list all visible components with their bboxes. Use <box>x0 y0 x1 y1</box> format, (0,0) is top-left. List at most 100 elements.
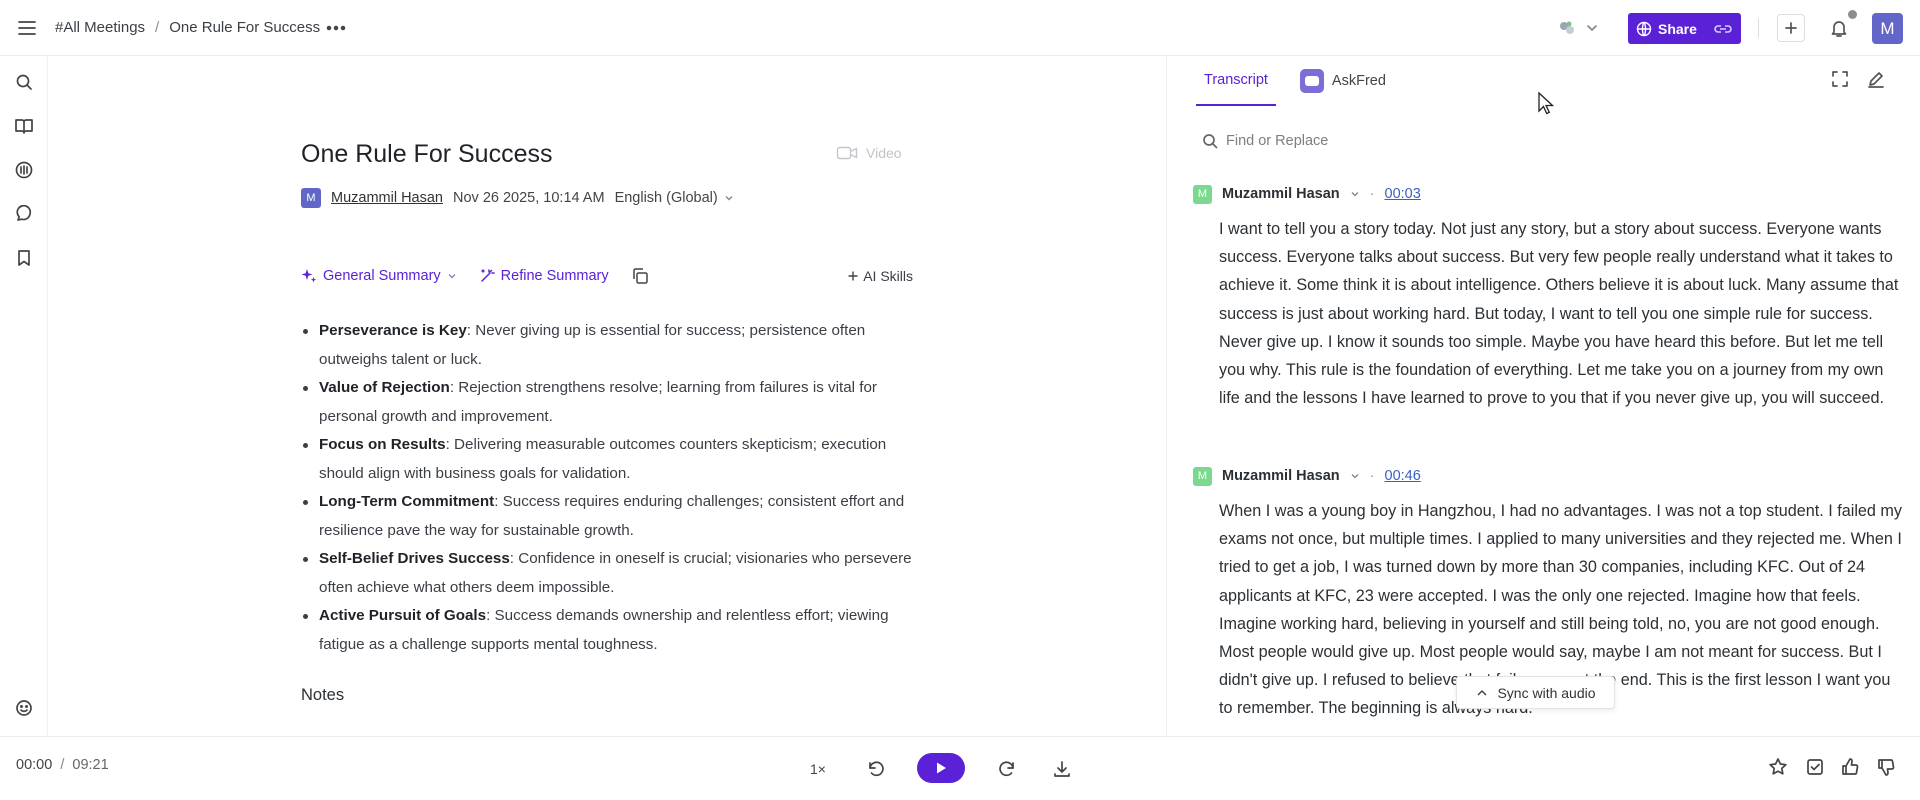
summary-bullets: Perseverance is Key: Never giving up is … <box>301 317 913 659</box>
tab-askfred-label: AskFred <box>1331 73 1386 89</box>
notes-heading: Notes <box>301 686 345 704</box>
video-camera-icon <box>836 146 858 160</box>
copy-summary-button[interactable] <box>631 267 649 285</box>
bullet-term: Value of Rejection <box>319 379 450 396</box>
total-time: 09:21 <box>72 757 109 773</box>
sync-label: Sync with audio <box>1497 684 1596 701</box>
menu-icon[interactable] <box>14 16 40 40</box>
list-item: Active Pursuit of Goals: Success demands… <box>301 602 913 659</box>
list-item: Focus on Results: Delivering measurable … <box>301 431 913 488</box>
mouse-cursor-icon <box>1538 91 1555 115</box>
time-separator: / <box>60 757 65 773</box>
speaker-name[interactable]: Muzammil Hasan <box>1222 468 1340 484</box>
current-time: 00:00 <box>16 757 53 773</box>
task-check-icon[interactable] <box>1805 757 1825 777</box>
more-options-icon[interactable] <box>324 16 348 40</box>
breadcrumb-current[interactable]: One Rule For Success <box>169 19 320 36</box>
sync-with-audio-button[interactable]: Sync with audio <box>1456 676 1615 709</box>
magic-wand-icon <box>480 269 495 282</box>
bullet-term: Perseverance is Key <box>319 322 467 339</box>
list-item: Long-Term Commitment: Success requires e… <box>301 488 913 545</box>
plus-icon <box>1785 22 1797 34</box>
tab-transcript-label: Transcript <box>1204 72 1268 88</box>
audio-player: 00:00 / 09:21 1× <box>0 736 1920 800</box>
user-avatar[interactable]: M <box>1872 13 1903 44</box>
speaker-row: M Muzammil Hasan · 00:03 <box>1193 183 1903 205</box>
meeting-title: One Rule For Success <box>301 140 553 168</box>
play-icon <box>937 762 946 774</box>
bell-icon <box>1831 21 1847 37</box>
timestamp-link[interactable]: 00:46 <box>1385 468 1421 484</box>
panel-tabs: Transcript AskFred <box>1196 56 1410 106</box>
chevron-down-icon <box>448 274 456 279</box>
playback-time: 00:00 / 09:21 <box>16 757 109 773</box>
share-label: Share <box>1658 20 1697 37</box>
play-button[interactable] <box>917 753 965 783</box>
transcript-text: I want to tell you a story today. Not ju… <box>1219 220 1899 408</box>
expand-icon[interactable] <box>1831 70 1849 88</box>
bookmark-icon[interactable] <box>12 246 36 270</box>
top-bar: #All Meetings / One Rule For Success Sha… <box>0 0 1920 56</box>
video-label: Video <box>866 145 902 161</box>
askfred-icon <box>1299 69 1324 93</box>
list-item: Self-Belief Drives Success: Confidence i… <box>301 545 913 602</box>
download-icon[interactable] <box>1050 753 1074 785</box>
speaker-avatar: M <box>1193 466 1212 486</box>
bullet-term: Focus on Results <box>319 436 446 453</box>
plus-icon <box>848 271 858 281</box>
find-replace-input[interactable]: Find or Replace <box>1202 129 1902 153</box>
tab-askfred[interactable]: AskFred <box>1292 56 1394 106</box>
chevron-up-icon <box>1477 689 1487 696</box>
sparkle-icon <box>301 269 317 283</box>
edit-icon[interactable] <box>1867 70 1885 88</box>
add-button[interactable] <box>1777 14 1805 42</box>
globe-icon <box>1636 21 1652 36</box>
general-summary-label: General Summary <box>323 268 441 284</box>
list-item: Perseverance is Key: Never giving up is … <box>301 317 913 374</box>
copy-icon <box>632 268 648 284</box>
speaker-name[interactable]: Muzammil Hasan <box>1222 186 1340 202</box>
forward-icon[interactable] <box>995 753 1019 785</box>
emoji-icon[interactable] <box>12 696 36 720</box>
breadcrumb-root[interactable]: #All Meetings <box>55 19 145 36</box>
owner-name[interactable]: Muzammil Hasan <box>331 190 443 206</box>
list-item: Value of Rejection: Rejection strengthen… <box>301 374 913 431</box>
panel-tools <box>1831 70 1885 88</box>
notifications-button[interactable] <box>1825 10 1857 42</box>
general-summary-dropdown[interactable]: General Summary <box>301 268 457 284</box>
chevron-down-icon <box>1351 474 1359 479</box>
language-label: English (Global) <box>614 190 718 206</box>
divider <box>1758 18 1759 38</box>
workspace-switcher[interactable] <box>1556 16 1600 40</box>
playback-speed-button[interactable]: 1× <box>806 753 830 785</box>
share-button[interactable]: Share <box>1628 13 1741 44</box>
rewind-icon[interactable] <box>864 753 888 785</box>
notification-dot <box>1848 10 1857 19</box>
meeting-date: Nov 26 2025, 10:14 AM <box>453 190 605 206</box>
chevron-down-icon <box>725 196 733 201</box>
search-icon <box>1202 133 1218 149</box>
owner-avatar: M <box>301 188 321 208</box>
bullet-term: Long-Term Commitment <box>319 493 495 510</box>
language-select[interactable]: English (Global) <box>615 190 734 206</box>
meeting-meta: M Muzammil Hasan Nov 26 2025, 10:14 AM E… <box>301 188 734 208</box>
meetings-icon[interactable] <box>12 158 36 182</box>
bullet-term: Active Pursuit of Goals <box>319 607 487 624</box>
star-icon[interactable] <box>1768 757 1788 777</box>
thumbs-down-icon[interactable] <box>1876 757 1896 777</box>
transcript-entry: M Muzammil Hasan · 00:03 I want to tell … <box>1193 183 1903 412</box>
bullet-term: Self-Belief Drives Success <box>319 550 510 567</box>
breadcrumb: #All Meetings / One Rule For Success <box>55 19 320 36</box>
separator-dot: · <box>1369 186 1375 202</box>
thumbs-up-icon[interactable] <box>1840 757 1860 777</box>
speaker-avatar: M <box>1193 184 1212 204</box>
panel-divider <box>1166 56 1167 736</box>
book-icon[interactable] <box>12 114 36 138</box>
refine-summary-button[interactable]: Refine Summary <box>479 268 609 284</box>
timestamp-link[interactable]: 00:03 <box>1385 186 1421 202</box>
tab-transcript[interactable]: Transcript <box>1196 56 1276 106</box>
search-icon[interactable] <box>12 70 36 94</box>
chat-icon[interactable] <box>12 202 36 226</box>
video-toggle[interactable]: Video <box>836 145 902 161</box>
ai-skills-button[interactable]: AI Skills <box>847 268 913 284</box>
